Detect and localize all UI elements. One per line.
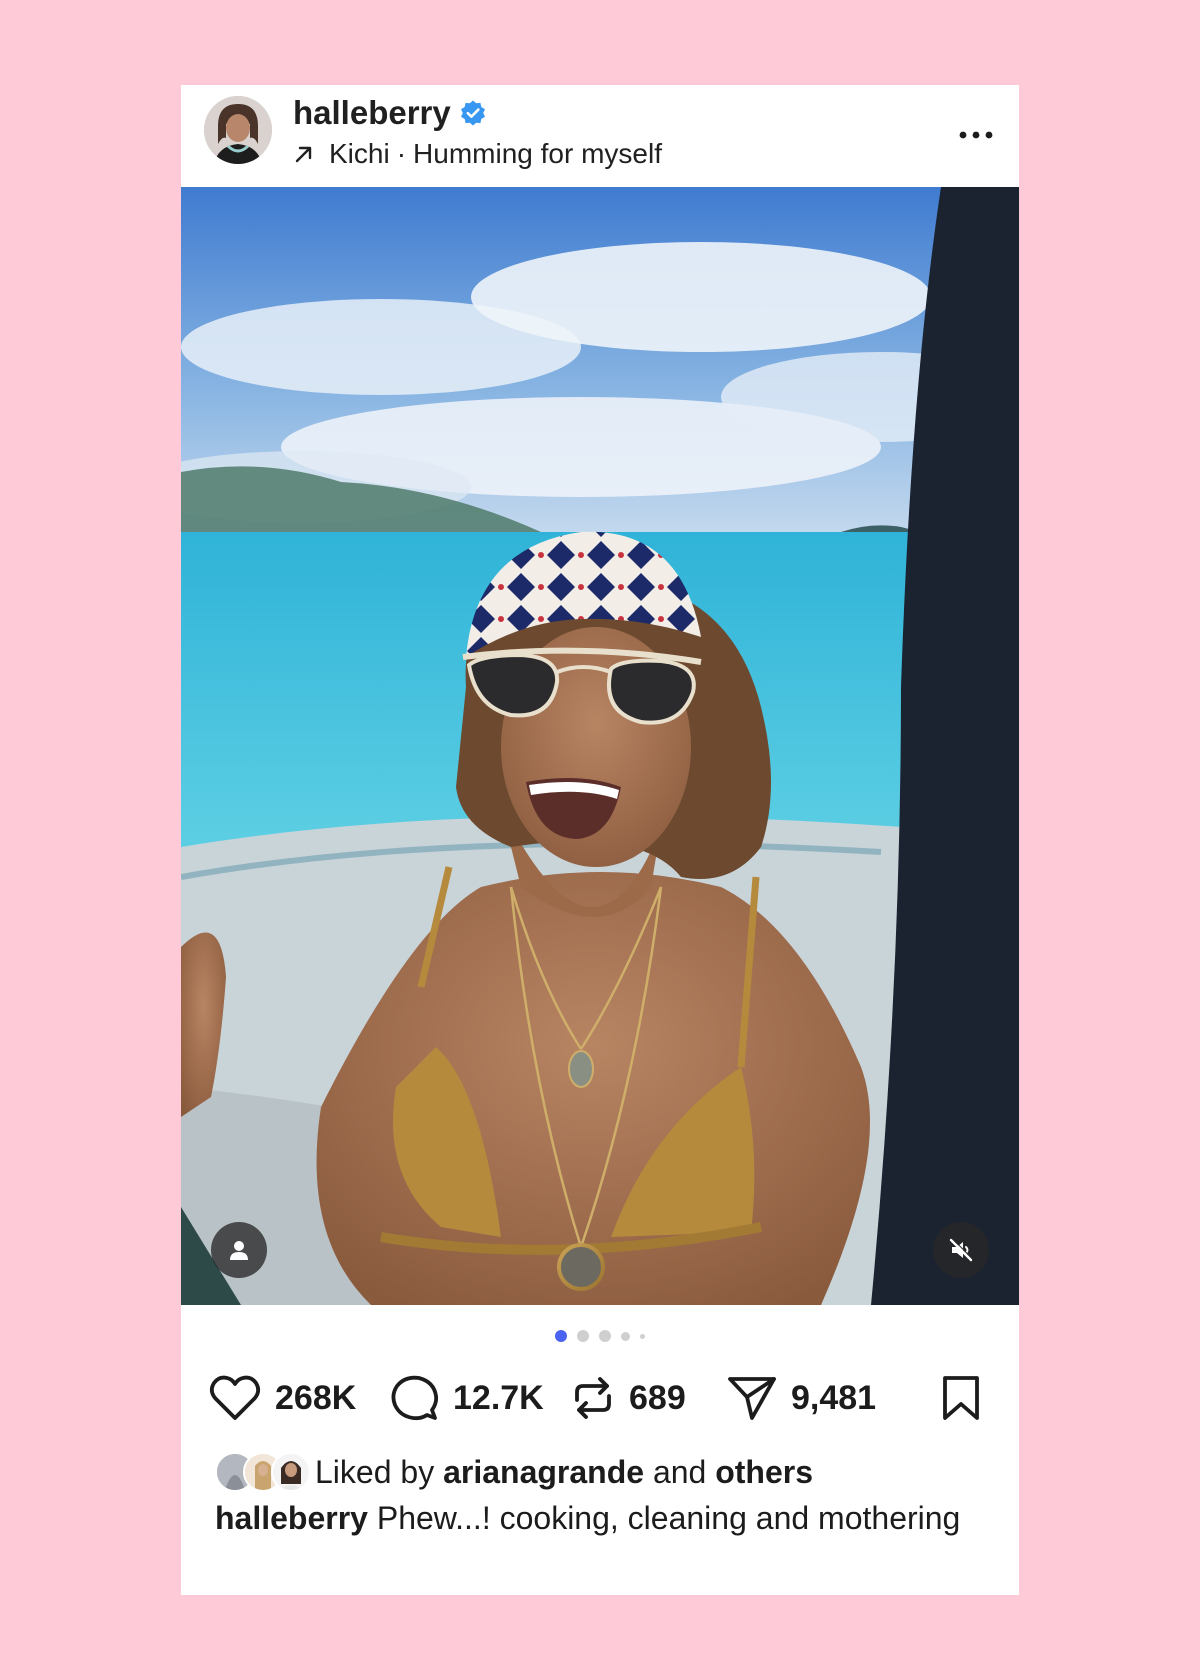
verified-badge-icon xyxy=(460,100,485,126)
username[interactable]: halleberry xyxy=(293,94,451,132)
audio-title: Humming for myself xyxy=(413,138,662,169)
audio-separator: · xyxy=(396,138,407,169)
liker-avatars xyxy=(215,1452,311,1492)
post-photo xyxy=(181,187,1019,1305)
repost-action[interactable]: 689 xyxy=(571,1368,686,1428)
comment-bubble-icon xyxy=(391,1375,439,1421)
save-button[interactable] xyxy=(941,1368,981,1428)
post-caption: halleberry Phew...! cooking, cleaning an… xyxy=(215,1498,995,1539)
carousel-dot xyxy=(577,1330,589,1342)
share-action[interactable]: 9,481 xyxy=(727,1368,876,1428)
carousel-dot xyxy=(621,1331,630,1341)
share-count: 9,481 xyxy=(791,1378,877,1417)
liked-by-row[interactable]: Liked by arianagrande and others xyxy=(215,1450,813,1494)
more-options-button[interactable] xyxy=(951,115,1001,155)
more-horizontal-icon xyxy=(959,131,993,139)
speaker-muted-icon xyxy=(949,1238,973,1262)
caption-text: Phew...! cooking, cleaning and mothering xyxy=(376,1500,961,1536)
paper-plane-icon xyxy=(728,1377,776,1420)
user-icon xyxy=(230,1241,248,1260)
comment-count: 12.7K xyxy=(453,1378,544,1417)
liked-by-prefix: Liked by xyxy=(315,1453,435,1490)
carousel-dot xyxy=(640,1333,645,1339)
post-card: halleberry Kichi · Humming for myself 26… xyxy=(181,85,1019,1595)
carousel-dot xyxy=(599,1330,611,1342)
post-image[interactable] xyxy=(181,187,1019,1305)
action-bar: 268K 12.7K 689 9,481 xyxy=(181,1368,1019,1428)
audio-artist: Kichi xyxy=(329,138,390,169)
like-count: 268K xyxy=(275,1378,357,1417)
repost-count: 689 xyxy=(629,1378,686,1417)
bookmark-icon xyxy=(943,1376,979,1420)
audio-attribution[interactable]: Kichi · Humming for myself xyxy=(293,137,662,171)
tagged-users-button[interactable] xyxy=(211,1222,267,1278)
heart-icon xyxy=(209,1375,261,1420)
comment-action[interactable]: 12.7K xyxy=(391,1368,544,1428)
username-row: halleberry xyxy=(293,93,487,133)
carousel-indicator xyxy=(181,1328,1019,1344)
liked-by-others[interactable]: others xyxy=(715,1454,813,1491)
repost-icon xyxy=(575,1377,611,1419)
arrow-up-right-icon xyxy=(295,146,312,163)
liked-by-connector: and xyxy=(652,1453,707,1490)
caption-username[interactable]: halleberry xyxy=(215,1500,368,1536)
liker-avatar xyxy=(271,1452,311,1492)
post-header: halleberry Kichi · Humming for myself xyxy=(181,85,1019,187)
liked-by-user[interactable]: arianagrande xyxy=(443,1454,644,1491)
carousel-dot xyxy=(555,1330,567,1342)
avatar[interactable] xyxy=(204,96,272,164)
mute-toggle-button[interactable] xyxy=(933,1222,989,1278)
like-action[interactable]: 268K xyxy=(209,1368,356,1428)
